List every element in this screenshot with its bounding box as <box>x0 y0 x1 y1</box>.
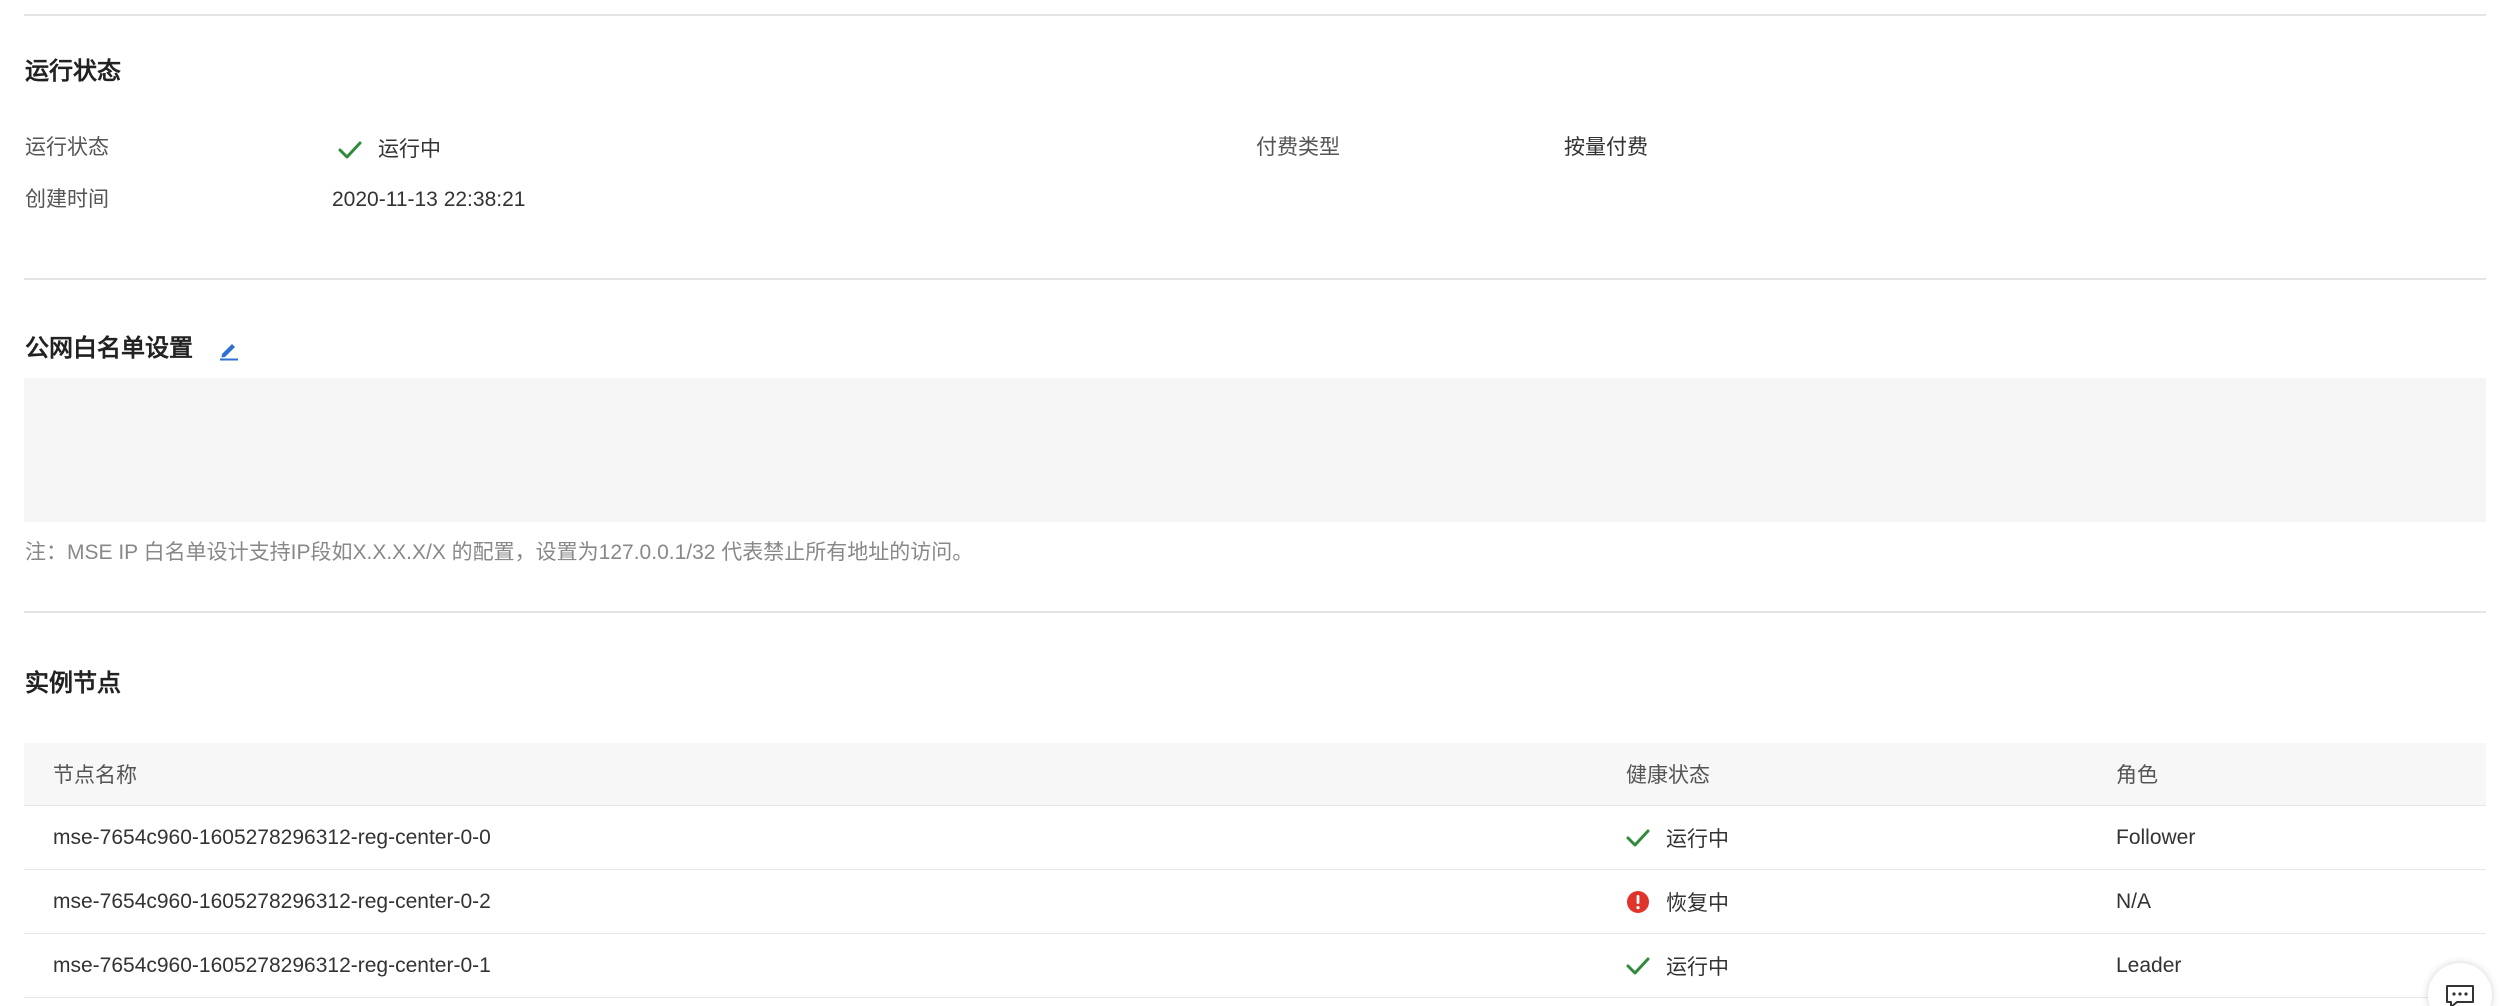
health-status: 运行中 <box>1626 806 1729 869</box>
health-status: 运行中 <box>1626 934 1729 997</box>
table-row: mse-7654c960-1605278296312-reg-center-0-… <box>24 806 2486 870</box>
billing-type-label: 付费类型 <box>1256 136 1340 159</box>
check-icon <box>1626 956 1650 976</box>
chat-icon <box>2446 985 2474 1006</box>
health-status-text: 运行中 <box>1666 827 1729 851</box>
node-name: mse-7654c960-1605278296312-reg-center-0-… <box>53 953 491 977</box>
status-value: 运行中 <box>338 136 441 164</box>
running-status-title: 运行状态 <box>25 58 121 85</box>
whitelist-note: 注：MSE IP 白名单设计支持IP段如X.X.X.X/X 的配置，设置为127… <box>25 541 974 564</box>
status-label: 运行状态 <box>25 136 109 159</box>
node-role: Follower <box>2116 825 2196 849</box>
health-status-text: 恢复中 <box>1666 891 1729 915</box>
status-value-text: 运行中 <box>378 138 441 161</box>
health-status-text: 运行中 <box>1666 955 1729 979</box>
column-header-health: 健康状态 <box>1626 764 1710 787</box>
node-name: mse-7654c960-1605278296312-reg-center-0-… <box>53 825 491 849</box>
section-divider <box>24 611 2486 613</box>
whitelist-title: 公网白名单设置 <box>25 335 193 362</box>
health-status: 恢复中 <box>1626 870 1729 933</box>
created-time-value: 2020-11-13 22:38:21 <box>332 188 526 211</box>
error-icon <box>1626 890 1650 914</box>
edit-icon[interactable] <box>218 339 240 361</box>
node-name: mse-7654c960-1605278296312-reg-center-0-… <box>53 889 491 913</box>
nodes-table: 节点名称 健康状态 角色 mse-7654c960-1605278296312-… <box>24 743 2486 998</box>
node-role: Leader <box>2116 953 2182 977</box>
table-row: mse-7654c960-1605278296312-reg-center-0-… <box>24 870 2486 934</box>
column-header-role: 角色 <box>2116 764 2158 787</box>
table-row: mse-7654c960-1605278296312-reg-center-0-… <box>24 934 2486 998</box>
node-role: N/A <box>2116 889 2152 913</box>
whitelist-content-box <box>24 378 2486 522</box>
billing-type-value: 按量付费 <box>1564 136 1648 159</box>
table-header: 节点名称 健康状态 角色 <box>24 743 2486 806</box>
check-icon <box>338 140 362 160</box>
section-divider <box>24 278 2486 280</box>
check-icon <box>1626 828 1650 848</box>
created-time-label: 创建时间 <box>25 188 109 211</box>
top-divider <box>24 14 2486 16</box>
instance-detail-page: 运行状态 运行状态 运行中 付费类型 按量付费 创建时间 2020-11-13 … <box>0 0 2500 1006</box>
instance-nodes-title: 实例节点 <box>25 670 121 697</box>
column-header-node-name: 节点名称 <box>53 764 137 787</box>
